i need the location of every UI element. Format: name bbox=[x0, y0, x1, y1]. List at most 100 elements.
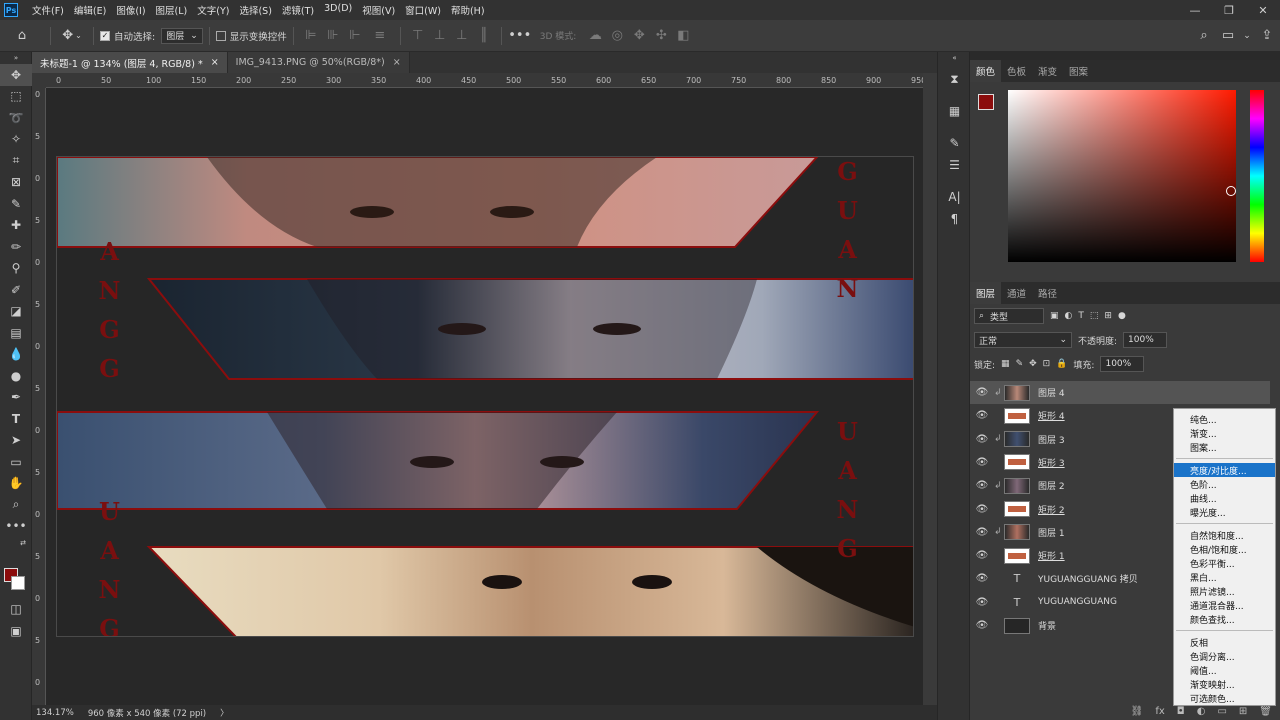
shape-thumbnail[interactable] bbox=[1004, 547, 1030, 564]
brush-panel-icon[interactable]: ✎ bbox=[938, 132, 971, 154]
layer-name[interactable]: 图层 3 bbox=[1038, 433, 1065, 446]
history-panel-icon[interactable]: ⧗ bbox=[938, 68, 971, 90]
artboard[interactable]: ANGG UANG GUAN UANG bbox=[56, 156, 914, 637]
home-icon[interactable]: ⌂ bbox=[0, 28, 44, 43]
filter-type-icon[interactable]: T bbox=[1078, 311, 1084, 321]
blend-mode-dropdown[interactable]: 正常 ⌄ bbox=[974, 332, 1072, 348]
fill-field[interactable]: 100% bbox=[1100, 356, 1145, 372]
adjustment-menu-item[interactable]: 纯色... bbox=[1174, 412, 1275, 426]
path-select-icon[interactable]: ➤ bbox=[0, 430, 32, 452]
filter-toggle-icon[interactable]: ● bbox=[1118, 311, 1126, 321]
collapse-icon[interactable]: « bbox=[938, 52, 971, 64]
adjustment-menu-item[interactable]: 反相 bbox=[1174, 635, 1275, 649]
adjustment-menu-item[interactable]: 曲线... bbox=[1174, 491, 1275, 505]
adjustment-menu-item[interactable]: 自然饱和度... bbox=[1174, 528, 1275, 542]
lock-pixels-icon[interactable]: ✎ bbox=[1016, 359, 1024, 369]
adjustment-menu-item[interactable]: 颜色查找... bbox=[1174, 612, 1275, 626]
layer-name[interactable]: 图层 1 bbox=[1038, 526, 1065, 539]
opacity-field[interactable]: 100% bbox=[1123, 332, 1168, 348]
adjustment-menu-item[interactable]: 可选颜色... bbox=[1174, 691, 1275, 705]
shape-thumbnail[interactable] bbox=[1004, 407, 1030, 424]
crop-tool-icon[interactable]: ⌗ bbox=[0, 150, 32, 172]
zoom-tool-icon[interactable]: ⌕ bbox=[0, 494, 32, 516]
dodge-tool-icon[interactable]: ● bbox=[0, 365, 32, 387]
panel-tab[interactable]: 渐变 bbox=[1032, 60, 1063, 82]
magic-wand-icon[interactable]: ✧ bbox=[0, 129, 32, 151]
close-icon[interactable]: ✕ bbox=[1246, 0, 1280, 20]
layer-name[interactable]: 矩形 1 bbox=[1038, 549, 1065, 562]
menu-item[interactable]: 3D(D) bbox=[319, 3, 357, 17]
visibility-eye-icon[interactable]: 👁 bbox=[970, 504, 994, 515]
collapse-icon[interactable]: » bbox=[0, 52, 32, 64]
panel-tab[interactable]: 图案 bbox=[1063, 60, 1094, 82]
layer-thumbnail[interactable] bbox=[1004, 524, 1030, 541]
fx-icon[interactable]: fx bbox=[1155, 706, 1164, 717]
layer-name[interactable]: 背景 bbox=[1038, 619, 1056, 632]
filter-adjust-icon[interactable]: ◐ bbox=[1065, 311, 1073, 321]
layer-thumbnail[interactable] bbox=[1004, 384, 1030, 401]
type-tool-icon[interactable]: T bbox=[0, 408, 32, 430]
text-layer-icon[interactable]: T bbox=[1004, 571, 1030, 587]
properties-panel-icon[interactable]: ▦ bbox=[938, 100, 971, 122]
blur-tool-icon[interactable]: 💧 bbox=[0, 344, 32, 366]
rectangle-tool-icon[interactable]: ▭ bbox=[0, 451, 32, 473]
color-field[interactable] bbox=[1008, 90, 1236, 262]
lasso-tool-icon[interactable]: ➰ bbox=[0, 107, 32, 129]
visibility-eye-icon[interactable]: 👁 bbox=[970, 550, 994, 561]
layer-name[interactable]: 图层 2 bbox=[1038, 479, 1065, 492]
menu-item[interactable]: 文件(F) bbox=[27, 3, 69, 17]
visibility-eye-icon[interactable]: 👁 bbox=[970, 573, 994, 584]
foreground-color-swatch[interactable] bbox=[978, 94, 994, 110]
visibility-eye-icon[interactable]: 👁 bbox=[970, 387, 994, 398]
visibility-eye-icon[interactable]: 👁 bbox=[970, 434, 994, 445]
background-thumbnail[interactable] bbox=[1004, 617, 1030, 634]
panel-tab[interactable]: 图层 bbox=[970, 282, 1002, 304]
align-middle-icon[interactable]: ⊥ bbox=[429, 28, 451, 43]
lock-all-icon[interactable]: 🔒 bbox=[1056, 359, 1067, 369]
close-tab-icon[interactable]: × bbox=[393, 57, 401, 68]
more-tools-icon[interactable]: ••• bbox=[0, 516, 32, 538]
visibility-eye-icon[interactable]: 👁 bbox=[970, 597, 994, 608]
filter-pixel-icon[interactable]: ▣ bbox=[1050, 311, 1059, 321]
layer-thumbnail[interactable] bbox=[1004, 477, 1030, 494]
quick-mask-icon[interactable]: ◫ bbox=[0, 598, 32, 620]
lock-artboard-icon[interactable]: ⊡ bbox=[1043, 359, 1051, 369]
character-panel-icon[interactable]: A| bbox=[938, 186, 971, 208]
canvas-area[interactable]: ANGG UANG GUAN UANG bbox=[46, 88, 923, 705]
roll-3d-icon[interactable]: ◎ bbox=[606, 28, 628, 43]
layer-name[interactable]: 矩形 4 bbox=[1038, 409, 1065, 422]
search-icon[interactable]: ⌕ bbox=[1192, 28, 1216, 43]
restore-icon[interactable]: ❐ bbox=[1212, 0, 1246, 20]
layer-name[interactable]: YUGUANGGUANG bbox=[1038, 597, 1117, 607]
layer-filter-dropdown[interactable]: ⌕ 类型 bbox=[974, 308, 1044, 324]
visibility-eye-icon[interactable]: 👁 bbox=[970, 410, 994, 421]
menu-item[interactable]: 图像(I) bbox=[111, 3, 150, 17]
adjustment-menu-item[interactable]: 亮度/对比度... bbox=[1174, 463, 1275, 477]
auto-select-checkbox[interactable]: ✓ bbox=[100, 30, 110, 41]
align-left-icon[interactable]: ⊫ bbox=[300, 28, 322, 43]
lock-transparent-icon[interactable]: ▦ bbox=[1001, 359, 1010, 369]
hand-tool-icon[interactable]: ✋ bbox=[0, 473, 32, 495]
share-icon[interactable]: ⇪ bbox=[1254, 28, 1280, 43]
marquee-tool-icon[interactable]: ⬚ bbox=[0, 86, 32, 108]
layer-thumbnail[interactable] bbox=[1004, 431, 1030, 448]
visibility-eye-icon[interactable]: 👁 bbox=[970, 480, 994, 491]
link-icon[interactable]: ⛓ bbox=[1131, 706, 1144, 717]
filter-shape-icon[interactable]: ⬚ bbox=[1090, 311, 1099, 321]
menu-item[interactable]: 帮助(H) bbox=[446, 3, 490, 17]
shape-thumbnail[interactable] bbox=[1004, 501, 1030, 517]
eraser-icon[interactable]: ◪ bbox=[0, 301, 32, 323]
adjustment-menu-item[interactable]: 阈值... bbox=[1174, 663, 1275, 677]
align-right-icon[interactable]: ⊩ bbox=[344, 28, 366, 43]
visibility-eye-icon[interactable]: 👁 bbox=[970, 527, 994, 538]
minimize-icon[interactable]: — bbox=[1178, 0, 1212, 20]
adjustment-menu-item[interactable]: 渐变... bbox=[1174, 426, 1275, 440]
status-menu-arrow-icon[interactable]: 〉 bbox=[220, 707, 229, 719]
scale-3d-icon[interactable]: ◧ bbox=[672, 28, 694, 43]
frame-tool-icon[interactable]: ⊠ bbox=[0, 172, 32, 194]
shape-thumbnail[interactable] bbox=[1004, 454, 1030, 471]
align-bottom-icon[interactable]: ⊥ bbox=[451, 28, 473, 43]
paragraph-panel-icon[interactable]: ¶ bbox=[938, 208, 971, 230]
panel-tab[interactable]: 色板 bbox=[1001, 60, 1032, 82]
more-options-icon[interactable]: ••• bbox=[508, 28, 532, 43]
